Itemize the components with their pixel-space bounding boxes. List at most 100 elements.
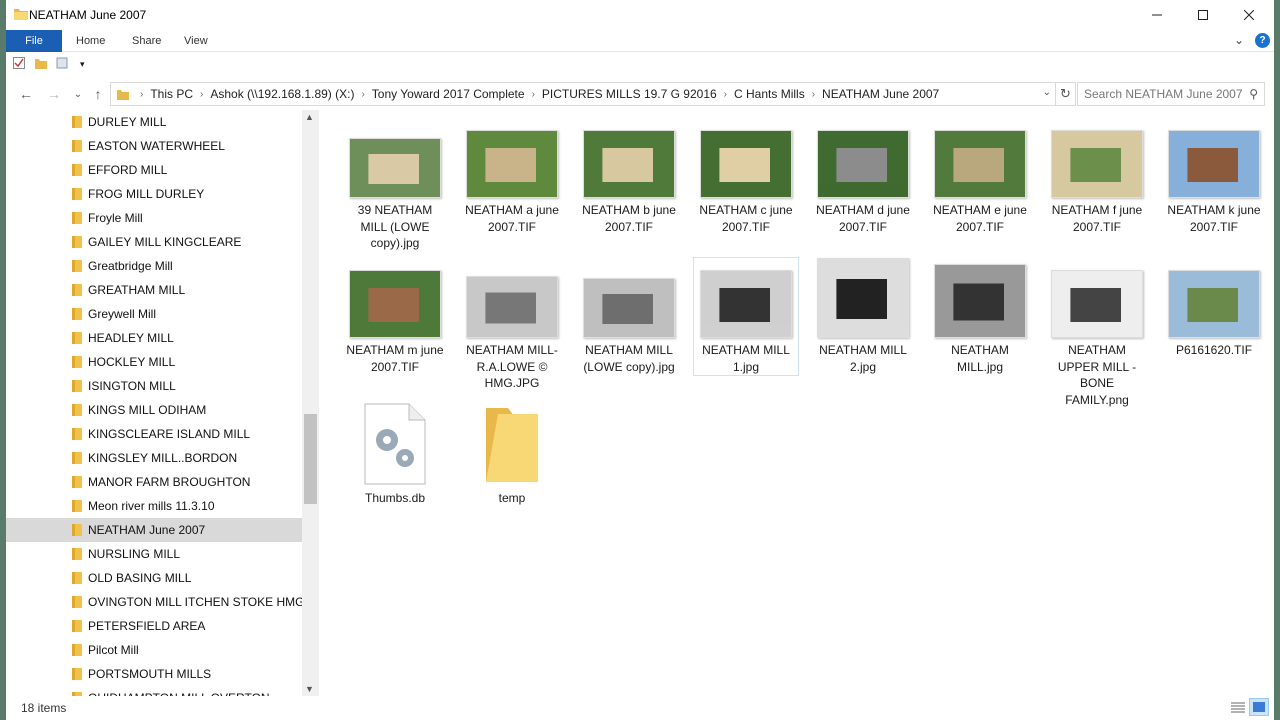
sidebar-item-folder[interactable]: GREATHAM MILL [6,278,302,302]
file-name: NEATHAM k june 2007.TIF [1167,203,1261,234]
sidebar-item-folder[interactable]: PORTSMOUTH MILLS [6,662,302,686]
sidebar-item-folder[interactable]: QUIDHAMPTON MILL OVERTON [6,686,302,696]
sidebar-item-folder[interactable]: DURLEY MILL [6,110,302,134]
sidebar-item-label: NEATHAM June 2007 [88,523,206,537]
maximize-button[interactable] [1180,0,1226,30]
sidebar-item-folder[interactable]: ISINGTON MILL [6,374,302,398]
file-item[interactable]: NEATHAM UPPER MILL - BONE FAMILY.png [1045,258,1149,408]
ribbon-expand-chevron-icon[interactable]: ⌄ [1234,33,1244,47]
properties-icon[interactable] [13,57,25,72]
address-dropdown-icon[interactable]: ⌄ [1043,87,1051,98]
tab-home[interactable]: Home [67,30,114,52]
sidebar-item-folder[interactable]: Greatbridge Mill [6,254,302,278]
close-button[interactable] [1226,0,1272,30]
forward-button[interactable]: → [44,84,64,104]
sidebar-item-folder[interactable]: PETERSFIELD AREA [6,614,302,638]
sidebar-item-label: HEADLEY MILL [88,331,174,345]
sidebar-item-label: ISINGTON MILL [88,379,176,393]
refresh-button[interactable]: ↻ [1056,82,1076,106]
sidebar-item-folder[interactable]: OVINGTON MILL ITCHEN STOKE HMG VI [6,590,302,614]
file-item[interactable]: NEATHAM e june 2007.TIF [928,118,1032,235]
scroll-up-icon[interactable]: ▲ [305,112,314,122]
image-thumbnail [934,130,1026,198]
back-button[interactable]: ← [16,84,36,104]
help-icon[interactable]: ? [1255,33,1270,48]
file-item[interactable]: NEATHAM MILL 2.jpg [811,258,915,375]
file-item[interactable]: NEATHAM f june 2007.TIF [1045,118,1149,235]
image-thumbnail [700,130,792,198]
sidebar-item-label: HOCKLEY MILL [88,355,176,369]
recent-locations-button[interactable]: ⌄ [68,84,88,104]
file-item[interactable]: NEATHAM k june 2007.TIF [1162,118,1266,235]
sidebar-item-folder[interactable]: NURSLING MILL [6,542,302,566]
large-icons-view-button[interactable] [1249,698,1269,716]
file-item[interactable]: NEATHAM MILL-R.A.LOWE © HMG.JPG [460,258,564,392]
tab-view[interactable]: View [175,30,217,52]
customize-toolbar-chevron-icon[interactable]: ▾ [80,59,85,70]
sidebar-item-folder[interactable]: Pilcot Mill [6,638,302,662]
folder-item[interactable]: temp [460,398,564,507]
details-view-button[interactable] [1228,698,1248,716]
sidebar-item-folder[interactable]: NEATHAM June 2007 [6,518,302,542]
sidebar-item-label: EFFORD MILL [88,163,168,177]
details-view-icon [1231,702,1245,713]
minimize-button[interactable] [1134,0,1180,30]
tab-file[interactable]: File [6,30,62,52]
sidebar-item-folder[interactable]: KINGSCLEARE ISLAND MILL [6,422,302,446]
sidebar-item-folder[interactable]: EASTON WATERWHEEL [6,134,302,158]
scroll-down-icon[interactable]: ▼ [305,684,314,694]
tab-share[interactable]: Share [123,30,170,52]
search-placeholder: Search NEATHAM June 2007 [1084,87,1243,101]
sidebar-item-label: Froyle Mill [88,211,143,225]
up-button[interactable]: ↑ [88,84,108,104]
sidebar-item-label: NURSLING MILL [88,547,181,561]
file-item[interactable]: NEATHAM MILL.jpg [928,258,1032,375]
sidebar-item-label: Greatbridge Mill [88,259,173,273]
file-item[interactable]: Thumbs.db [343,398,447,507]
file-item[interactable]: NEATHAM MILL (LOWE copy).jpg [577,258,681,375]
search-icon: ⚲ [1249,87,1258,101]
sidebar-item-folder[interactable]: OLD BASING MILL [6,566,302,590]
breadcrumb-this-pc[interactable]: This PC [150,87,193,101]
folder-icon [72,284,82,296]
file-item[interactable]: NEATHAM c june 2007.TIF [694,118,798,235]
file-item[interactable]: NEATHAM MILL 1.jpg [693,257,799,376]
folder-icon [72,548,82,560]
file-item[interactable]: 39 NEATHAM MILL (LOWE copy).jpg [343,118,447,252]
breadcrumb-folder[interactable]: PICTURES MILLS 19.7 G 92016 [542,87,717,101]
file-item[interactable]: NEATHAM d june 2007.TIF [811,118,915,235]
settings-file-icon [364,403,426,485]
folder-icon [72,380,82,392]
sidebar-item-folder[interactable]: Meon river mills 11.3.10 [6,494,302,518]
sidebar-item-folder[interactable]: GAILEY MILL KINGCLEARE [6,230,302,254]
title-bar: NEATHAM June 2007 [6,0,1274,30]
sidebar-item-label: PETERSFIELD AREA [88,619,206,633]
sidebar-item-folder[interactable]: MANOR FARM BROUGHTON [6,470,302,494]
sidebar-item-folder[interactable]: HEADLEY MILL [6,326,302,350]
scrollbar-thumb[interactable] [304,414,317,504]
sidebar-item-folder[interactable]: KINGS MILL ODIHAM [6,398,302,422]
navigation-scrollbar[interactable]: ▲ ▼ [302,110,319,696]
sidebar-item-folder[interactable]: Greywell Mill [6,302,302,326]
file-item[interactable]: P6161620.TIF [1162,258,1266,359]
sidebar-item-folder[interactable]: Froyle Mill [6,206,302,230]
sidebar-item-folder[interactable]: KINGSLEY MILL..BORDON [6,446,302,470]
sidebar-item-folder[interactable]: EFFORD MILL [6,158,302,182]
file-name: temp [498,491,526,505]
breadcrumb-current[interactable]: NEATHAM June 2007 [822,87,939,101]
file-item[interactable]: NEATHAM m june 2007.TIF [343,258,447,375]
search-input[interactable]: Search NEATHAM June 2007 ⚲ [1077,82,1265,106]
file-item[interactable]: NEATHAM a june 2007.TIF [460,118,564,235]
sidebar-item-label: GREATHAM MILL [88,283,186,297]
breadcrumb-drive[interactable]: Ashok (\\192.168.1.89) (X:) [210,87,354,101]
new-folder-icon[interactable] [35,57,47,72]
sidebar-item-folder[interactable]: HOCKLEY MILL [6,350,302,374]
breadcrumb-folder[interactable]: C Hants Mills [734,87,805,101]
address-bar[interactable]: › This PC › Ashok (\\192.168.1.89) (X:) › … [110,82,1056,106]
breadcrumb-folder[interactable]: Tony Yoward 2017 Complete [372,87,525,101]
file-item[interactable]: NEATHAM b june 2007.TIF [577,118,681,235]
sidebar-item-folder[interactable]: FROG MILL DURLEY [6,182,302,206]
minimize-icon [1152,14,1162,16]
rename-icon[interactable] [56,57,68,72]
file-name: NEATHAM c june 2007.TIF [699,203,793,234]
